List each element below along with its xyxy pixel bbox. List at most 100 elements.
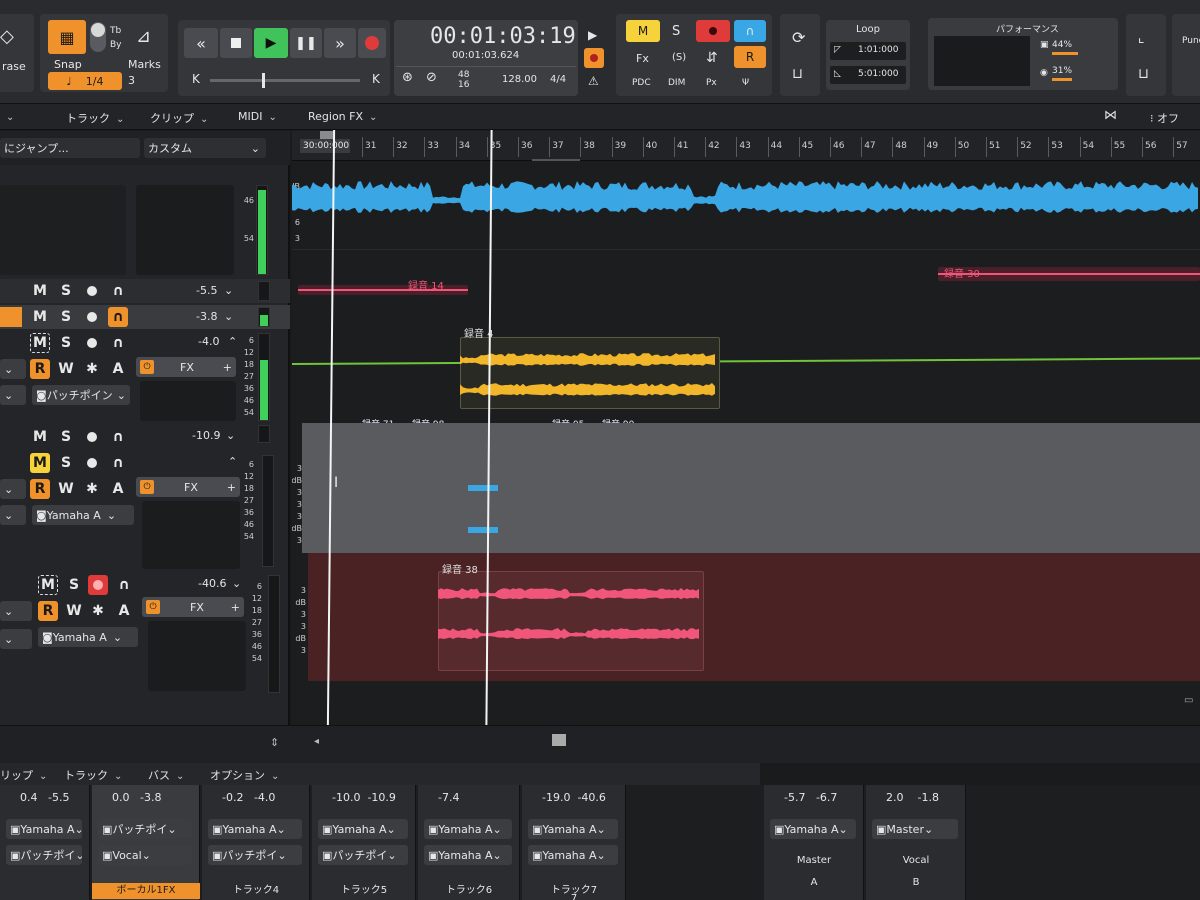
track3-monitor-button[interactable]: ∩ (108, 333, 128, 353)
fast-forward-button[interactable]: » (324, 28, 356, 58)
wave-icon[interactable]: Ψ (742, 78, 749, 88)
punch-in-icon[interactable]: ⌞ (1138, 30, 1145, 46)
track1-record-button[interactable] (82, 281, 102, 301)
strip-input-dropdown[interactable]: ▣ パッチポイ ⌄ (318, 845, 408, 865)
punch-label[interactable]: Punch (1182, 36, 1200, 46)
pause-button[interactable]: ❚❚ (290, 28, 322, 58)
track5-mute-button[interactable]: M (38, 575, 58, 595)
strip-name[interactable]: ボーカル1FX (92, 883, 200, 899)
input-echo-icon[interactable]: ⇵ (706, 50, 718, 66)
tempo-value[interactable]: 128.00 (502, 74, 537, 85)
small-clip-blue-2[interactable] (468, 527, 498, 533)
chevron-down-icon[interactable]: ⌄ (226, 429, 235, 442)
automation-line[interactable] (292, 357, 1200, 365)
pdc-label[interactable]: PDC (632, 78, 651, 88)
track4-read-button[interactable]: R (30, 479, 50, 499)
strip-input-dropdown[interactable]: ▣ Yamaha A ⌄ (528, 845, 618, 865)
loop-set-icon[interactable]: ⊔ (792, 66, 803, 82)
strip-output-dropdown[interactable]: ▣ Yamaha A ⌄ (6, 819, 82, 839)
snap-value-button[interactable]: ♩ 1/4 (48, 72, 122, 90)
mixer-menu-options[interactable]: オプション ⌄ (210, 767, 279, 783)
menu-item-track[interactable]: トラック ⌄ (66, 110, 124, 126)
track5-asterisk-button[interactable]: ✱ (88, 601, 108, 621)
monitor-button[interactable]: ∩ (734, 20, 766, 42)
menu-item-region-fx[interactable]: Region FX ⌄ (308, 110, 377, 123)
global-mute-button[interactable]: M (626, 20, 660, 42)
menu-item-clip[interactable]: クリップ ⌄ (150, 110, 208, 126)
track3-asterisk-button[interactable]: ✱ (82, 359, 102, 379)
track2-record-button[interactable] (82, 307, 102, 327)
mix-icon[interactable]: ⋈ (1104, 108, 1117, 123)
snap-toggle-button[interactable]: ▦ (48, 20, 86, 54)
jump-to-dropdown[interactable]: にジャンプ... (0, 138, 140, 158)
position-slider[interactable] (210, 73, 360, 88)
strip-name[interactable]: トラック4 (202, 881, 310, 896)
play-button[interactable]: ▶ (254, 28, 288, 58)
strip-name[interactable]: Master (764, 855, 864, 866)
dim-label[interactable]: DIM (668, 78, 685, 88)
strip-output-dropdown[interactable]: ▣ Yamaha A ⌄ (208, 819, 302, 839)
track3-write-button[interactable]: W (56, 359, 76, 379)
marks-icon[interactable]: ⊿ (136, 26, 151, 47)
mixer-strip[interactable]: -5.7 -6.7 ▣ Yamaha A ⌄ Master A (764, 785, 864, 900)
track5-auto-button[interactable]: A (114, 601, 134, 621)
track5-volume[interactable]: -40.6 (198, 577, 226, 590)
chevron-up-icon[interactable]: ⌃ (228, 335, 237, 348)
play-mode-icon[interactable]: ▶ (588, 28, 597, 42)
auto-punch-button[interactable] (584, 48, 604, 68)
mixer-strip[interactable]: 0.0 -3.8 ▣ パッチポイ ⌄ ▣ Vocal ⌄ ボーカル1FX (92, 785, 200, 900)
track4-asterisk-button[interactable]: ✱ (82, 479, 102, 499)
strip-input-dropdown[interactable]: ▣ Vocal ⌄ (98, 845, 192, 865)
loop-icon[interactable]: ⟳ (792, 28, 805, 47)
precount-icon[interactable]: ⊘ (426, 70, 437, 85)
metronome-icon[interactable]: ⊛ (402, 70, 413, 85)
track5-write-button[interactable]: W (64, 601, 84, 621)
track4-record2-button[interactable] (82, 453, 102, 473)
px-label[interactable]: Px (706, 78, 717, 88)
strip-output-dropdown[interactable]: ▣ Yamaha A ⌄ (424, 819, 512, 839)
track3-bus-dropdown[interactable]: ⌄ (0, 385, 26, 405)
strip-output-dropdown[interactable]: ▣ Yamaha A ⌄ (770, 819, 856, 839)
track3-fx-button[interactable]: ⏻ FX + (136, 357, 236, 377)
strip-output-dropdown[interactable]: ▣ Yamaha A ⌄ (528, 819, 618, 839)
track4-mute-button[interactable]: M (30, 427, 50, 447)
track2-solo-button[interactable]: S (56, 307, 76, 327)
track4-record-button[interactable] (82, 427, 102, 447)
track3-input-dropdown[interactable]: ◙ パッチポイン ⌄ (32, 385, 130, 405)
chevron-down-icon[interactable]: ⌄ (232, 577, 241, 590)
track4-write-button[interactable]: W (56, 479, 76, 499)
track4-solo-button[interactable]: S (56, 427, 76, 447)
menu-right-toggle[interactable]: ⁝ オフ (1150, 110, 1179, 126)
timeline-ruler[interactable]: 30:00:000 31 32 33 34 35 36 37 38 39 40 41 42 43 44 45… (292, 131, 1200, 162)
strip-output-dropdown[interactable]: ▣ Yamaha A ⌄ (318, 819, 408, 839)
track4-solo2-button[interactable]: S (56, 453, 76, 473)
read-automation-button[interactable]: R (734, 46, 766, 68)
track1-monitor-button[interactable]: ∩ (108, 281, 128, 301)
chevron-up-icon[interactable]: ⌃ (228, 455, 237, 468)
rewind-button[interactable]: « (184, 28, 218, 58)
punch-out-icon[interactable]: ⊔ (1138, 66, 1149, 82)
mixer-menu-bus[interactable]: バス ⌄ (148, 767, 184, 783)
mixer-strip[interactable]: -10.0 -10.9 ▣ Yamaha A ⌄ ▣ パッチポイ ⌄ トラック5 (312, 785, 416, 900)
eraser-icon[interactable]: ◇ (0, 26, 14, 47)
strip-name[interactable]: トラック5 (312, 881, 416, 896)
track5-read-button[interactable]: R (38, 601, 58, 621)
track5-fx-button[interactable]: ⏻ FX + (142, 597, 244, 617)
track1-mute-button[interactable]: M (30, 281, 50, 301)
menu-dropdown-chevron[interactable]: ⌄ (0, 110, 14, 123)
stop-button[interactable] (220, 28, 252, 58)
track1-volume[interactable]: -5.5 (196, 284, 217, 297)
go-to-start-icon[interactable]: K (192, 72, 200, 86)
track5-monitor-button[interactable]: ∩ (114, 575, 134, 595)
track2-volume[interactable]: -3.8 (196, 310, 217, 323)
warning-icon[interactable]: ⚠ (588, 74, 599, 88)
mixer-strip[interactable]: 0.4 -5.5 ▣ Yamaha A ⌄ ▣ パッチポイ ⌄ (0, 785, 90, 900)
track4-monitor-button[interactable]: ∩ (108, 427, 128, 447)
track4-output-dropdown[interactable]: ⌄ (0, 479, 26, 499)
strip-input-dropdown[interactable]: ▣ Yamaha A ⌄ (424, 845, 512, 865)
scroll-thumb[interactable] (552, 734, 566, 746)
mixer-menu-strip[interactable]: リップ ⌄ (0, 767, 47, 783)
selected-lane[interactable] (302, 423, 1200, 553)
track4-volume[interactable]: -10.9 (192, 429, 220, 442)
strip-output-dropdown[interactable]: ▣ Master ⌄ (872, 819, 958, 839)
